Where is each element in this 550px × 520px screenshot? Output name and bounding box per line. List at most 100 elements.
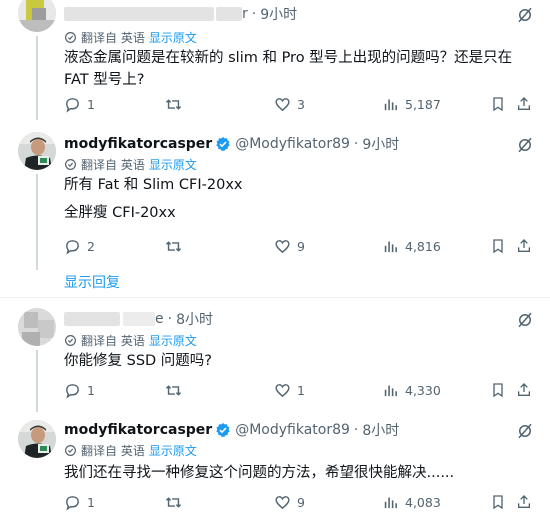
reply-count: 1 bbox=[87, 382, 95, 398]
blurred-name bbox=[64, 312, 120, 326]
views-button[interactable]: 4,083 bbox=[382, 492, 441, 512]
tweet-header: e · 8小时 bbox=[64, 309, 213, 329]
like-count: 9 bbox=[297, 238, 305, 254]
timestamp[interactable]: 9小时 bbox=[260, 4, 297, 24]
tweet-text-line-2: 全胖瘦 CFI-20xx bbox=[64, 205, 176, 221]
translate-icon bbox=[65, 158, 76, 170]
tweet-text: 你能修复 SSD 问题吗? bbox=[64, 353, 212, 369]
share-icon[interactable] bbox=[516, 380, 532, 400]
retweet-button[interactable] bbox=[164, 94, 189, 114]
avatar-image bbox=[18, 420, 56, 458]
verified-badge-icon bbox=[216, 137, 230, 151]
tweet-header: modyfikatorcasper @Modyfikator89 · 9小时 bbox=[64, 134, 399, 154]
views-button[interactable]: 4,816 bbox=[382, 236, 441, 256]
grok-icon[interactable] bbox=[516, 6, 534, 24]
retweet-button[interactable] bbox=[164, 380, 189, 400]
display-name[interactable]: modyfikatorcasper bbox=[64, 136, 212, 152]
avatar-image bbox=[18, 132, 56, 170]
timestamp[interactable]: 8小时 bbox=[362, 420, 399, 440]
tweet-text-line-1: 所有 Fat 和 Slim CFI-20xx bbox=[64, 177, 243, 193]
views-icon bbox=[384, 99, 397, 110]
like-button[interactable]: 3 bbox=[274, 94, 305, 114]
reply-button[interactable]: 2 bbox=[64, 236, 95, 256]
avatar[interactable] bbox=[18, 132, 56, 170]
grok-icon[interactable] bbox=[516, 311, 534, 329]
like-count: 1 bbox=[297, 382, 305, 398]
avatar[interactable] bbox=[18, 308, 56, 346]
thread-line bbox=[36, 350, 38, 412]
views-icon bbox=[384, 241, 397, 252]
thread-line bbox=[36, 36, 38, 120]
reply-button[interactable]: 1 bbox=[64, 492, 95, 512]
reply-icon bbox=[66, 97, 79, 113]
like-button[interactable]: 1 bbox=[274, 380, 305, 400]
blurred-handle bbox=[123, 312, 155, 326]
translate-label: 翻译自 英语 bbox=[81, 157, 145, 172]
view-count: 4,083 bbox=[405, 494, 441, 510]
timestamp[interactable]: 8小时 bbox=[176, 309, 213, 329]
separator-dot: · bbox=[167, 311, 173, 327]
action-bar: 1 9 4,083 bbox=[64, 492, 534, 512]
retweet-icon bbox=[165, 496, 182, 508]
show-original-link[interactable]: 显示原文 bbox=[149, 156, 197, 173]
verified-badge-icon bbox=[216, 423, 230, 437]
reply-count: 2 bbox=[87, 238, 95, 254]
translation-note: 翻译自 英语 显示原文 bbox=[64, 156, 197, 172]
like-button[interactable]: 9 bbox=[274, 492, 305, 512]
display-name[interactable]: modyfikatorcasper bbox=[64, 422, 212, 438]
views-button[interactable]: 5,187 bbox=[382, 94, 441, 114]
like-icon bbox=[275, 97, 290, 111]
grok-icon[interactable] bbox=[516, 422, 534, 440]
views-icon bbox=[384, 385, 397, 396]
bookmark-icon[interactable] bbox=[490, 380, 506, 400]
reply-button[interactable]: 1 bbox=[64, 94, 95, 114]
tweet-text: 液态金属问题是在较新的 slim 和 Pro 型号上出现的问题吗？还是只在 FA… bbox=[64, 50, 513, 88]
avatar[interactable] bbox=[18, 0, 56, 32]
tweet-header: r · 9小时 bbox=[64, 4, 297, 24]
tweet-header: modyfikatorcasper @Modyfikator89 · 8小时 bbox=[64, 420, 399, 440]
reply-icon bbox=[66, 383, 79, 399]
view-count: 4,330 bbox=[405, 382, 441, 398]
translate-label: 翻译自 英语 bbox=[81, 333, 145, 348]
handle[interactable]: @Modyfikator89 bbox=[235, 136, 350, 152]
share-icon[interactable] bbox=[516, 236, 532, 256]
retweet-button[interactable] bbox=[164, 236, 189, 256]
action-bar: 1 1 4,330 bbox=[64, 380, 534, 400]
reply-button[interactable]: 1 bbox=[64, 380, 95, 400]
retweet-button[interactable] bbox=[164, 492, 189, 512]
divider bbox=[0, 297, 550, 298]
views-button[interactable]: 4,330 bbox=[382, 380, 441, 400]
translate-label: 翻译自 英语 bbox=[81, 443, 145, 458]
blurred-handle bbox=[216, 7, 242, 21]
reply-icon bbox=[66, 495, 79, 511]
action-bar: 1 3 5,187 bbox=[64, 94, 534, 114]
show-original-link[interactable]: 显示原文 bbox=[149, 332, 197, 349]
avatar[interactable] bbox=[18, 420, 56, 458]
bookmark-icon[interactable] bbox=[490, 492, 506, 512]
tweet-text: 我们还在寻找一种修复这个问题的方法，希望很快能解决...... bbox=[64, 465, 455, 481]
separator-dot: · bbox=[353, 422, 359, 438]
blurred-name bbox=[64, 7, 214, 21]
translate-icon bbox=[65, 444, 76, 456]
handle[interactable]: r bbox=[242, 6, 248, 22]
like-button[interactable]: 9 bbox=[274, 236, 305, 256]
share-icon[interactable] bbox=[516, 94, 532, 114]
show-replies-link[interactable]: 显示回复 bbox=[64, 272, 120, 292]
like-icon bbox=[275, 495, 290, 509]
handle[interactable]: @Modyfikator89 bbox=[235, 422, 350, 438]
like-icon bbox=[275, 383, 290, 397]
grok-icon[interactable] bbox=[516, 136, 534, 154]
like-icon bbox=[275, 239, 290, 253]
bookmark-icon[interactable] bbox=[490, 236, 506, 256]
timestamp[interactable]: 9小时 bbox=[362, 134, 399, 154]
show-original-link[interactable]: 显示原文 bbox=[149, 442, 197, 459]
bookmark-icon[interactable] bbox=[490, 94, 506, 114]
view-count: 5,187 bbox=[405, 96, 441, 112]
show-original-link[interactable]: 显示原文 bbox=[149, 29, 197, 46]
handle[interactable]: e bbox=[155, 311, 164, 327]
like-count: 9 bbox=[297, 494, 305, 510]
share-icon[interactable] bbox=[516, 492, 532, 512]
action-bar: 2 9 4,816 bbox=[64, 236, 534, 256]
translation-note: 翻译自 英语 显示原文 bbox=[64, 29, 197, 45]
like-count: 3 bbox=[297, 96, 305, 112]
